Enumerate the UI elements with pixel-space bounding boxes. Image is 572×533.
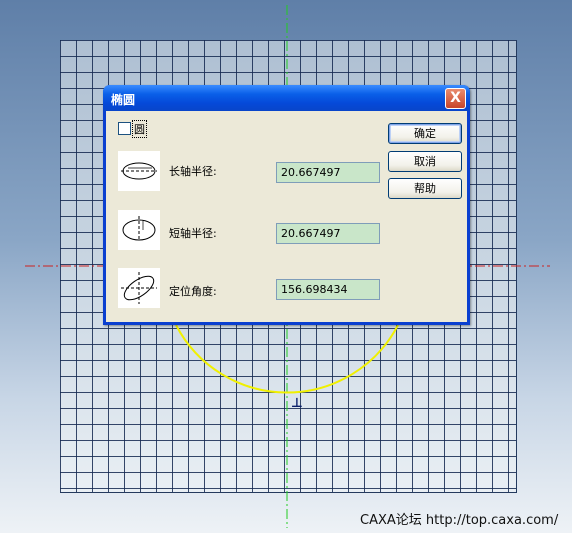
dialog-titlebar[interactable]: 椭圆 X	[103, 85, 470, 111]
circle-checkbox-label[interactable]: 圆	[132, 120, 147, 138]
angle-icon	[118, 268, 160, 308]
help-button[interactable]: 帮助	[388, 178, 462, 199]
close-icon: X	[450, 90, 461, 106]
angle-input[interactable]: 156.698434	[276, 279, 380, 300]
minor-axis-input[interactable]: 20.667497	[276, 223, 380, 244]
cursor-glyph: ⊥	[291, 396, 303, 411]
ok-button[interactable]: 确定	[388, 123, 462, 144]
angle-label: 定位角度:	[169, 285, 217, 298]
forum-watermark: CAXA论坛 http://top.caxa.com/	[360, 513, 559, 528]
major-axis-icon	[118, 151, 160, 191]
major-axis-input[interactable]: 20.667497	[276, 162, 380, 183]
close-button[interactable]: X	[445, 88, 466, 109]
minor-axis-label: 短轴半径:	[169, 227, 217, 240]
major-axis-label: 长轴半径:	[169, 165, 217, 178]
circle-checkbox[interactable]	[118, 122, 131, 135]
dialog-body: 圆 长轴半径: 20.667497 短轴半径: 20.667497 定位角度: …	[106, 111, 467, 322]
cancel-button[interactable]: 取消	[388, 151, 462, 172]
ellipse-dialog: 椭圆 X 圆 长轴半径: 20.667497 短轴半径: 20.667497 定…	[103, 85, 470, 325]
minor-axis-icon	[118, 210, 160, 250]
dialog-title: 椭圆	[111, 93, 136, 107]
